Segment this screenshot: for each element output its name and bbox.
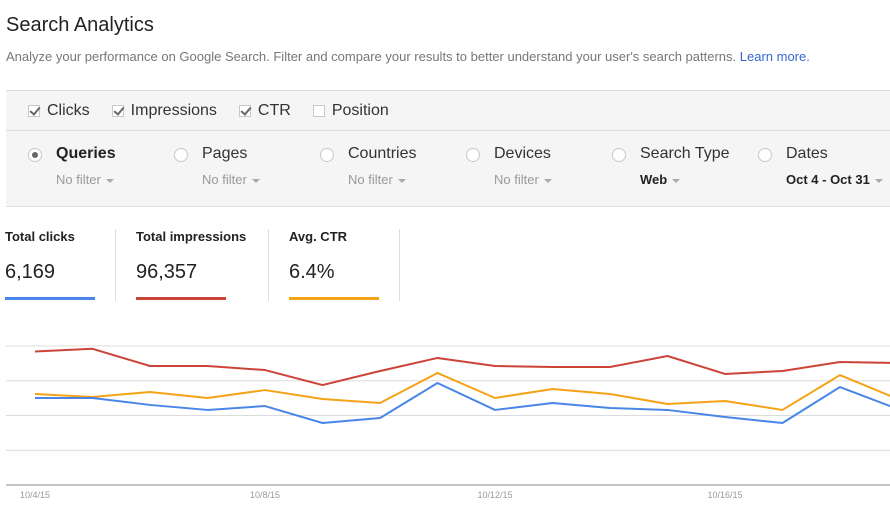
- total-color-bar: [289, 297, 379, 300]
- total-total-clicks[interactable]: Total clicks 6,169: [5, 229, 95, 301]
- metric-position[interactable]: Position: [312, 101, 389, 120]
- divider: [268, 229, 269, 301]
- x-tick-label: 10/4/15: [20, 490, 50, 500]
- caret-down-icon: [874, 178, 883, 183]
- series-line-clicks[interactable]: [35, 381, 890, 425]
- total-value: 96,357: [136, 261, 198, 283]
- dimension-filter-dropdown[interactable]: Oct 4 - Oct 31: [786, 172, 883, 187]
- total-color-bar: [136, 297, 226, 300]
- dimension-label: Queries: [56, 145, 116, 162]
- dimension-label: Pages: [202, 145, 248, 162]
- dimension-filter-dropdown[interactable]: Web: [640, 172, 681, 187]
- checkbox-icon[interactable]: [238, 104, 251, 117]
- series-line-impressions[interactable]: [34, 347, 890, 387]
- radio-icon[interactable]: [174, 148, 188, 162]
- metric-label: Impressions: [130, 101, 217, 119]
- dimension-filter-dropdown[interactable]: No filter: [56, 172, 114, 187]
- radio-icon[interactable]: [28, 148, 42, 162]
- caret-down-icon: [672, 178, 681, 183]
- filter-value: No filter: [202, 172, 247, 187]
- filter-value: No filter: [348, 172, 393, 187]
- dimensions-row: Queries No filter Pages No filter Countries N…: [6, 131, 890, 207]
- metric-clicks[interactable]: Clicks: [28, 102, 90, 120]
- radio-icon[interactable]: [758, 148, 772, 162]
- total-total-impressions[interactable]: Total impressions 96,357: [136, 229, 246, 301]
- dimension-label: Search Type: [640, 145, 730, 162]
- dimension-label: Dates: [786, 145, 828, 162]
- caret-down-icon: [251, 178, 260, 183]
- metric-label: Clicks: [47, 101, 90, 119]
- radio-icon[interactable]: [320, 148, 334, 162]
- x-tick-label: 10/16/15: [707, 490, 742, 500]
- divider: [115, 229, 116, 301]
- x-tick-label: 10/8/15: [250, 490, 280, 500]
- total-color-bar: [5, 297, 95, 300]
- dimension-label: Countries: [348, 145, 417, 162]
- filter-value: No filter: [56, 172, 101, 187]
- total-value: 6,169: [5, 261, 56, 283]
- dimension-filter-dropdown[interactable]: No filter: [202, 172, 260, 187]
- dimension-filter-dropdown[interactable]: No filter: [348, 172, 406, 187]
- learn-more-link[interactable]: Learn more.: [740, 49, 810, 64]
- radio-icon[interactable]: [466, 148, 480, 162]
- metric-label: Position: [331, 101, 389, 119]
- caret-down-icon: [397, 178, 406, 183]
- performance-chart: 10/4/15 10/8/15 10/12/15 10/16/15: [6, 345, 890, 500]
- subtitle-text: Analyze your performance on Google Searc…: [6, 49, 737, 64]
- total-label: Avg. CTR: [289, 229, 348, 244]
- x-tick-label: 10/12/15: [477, 490, 512, 500]
- radio-icon[interactable]: [612, 148, 626, 162]
- filter-value: No filter: [494, 172, 539, 187]
- dimension-filter-dropdown[interactable]: No filter: [494, 172, 552, 187]
- total-label: Total impressions: [136, 229, 247, 244]
- series-line-ctr[interactable]: [34, 371, 890, 411]
- caret-down-icon: [105, 178, 114, 183]
- total-label: Total clicks: [5, 229, 75, 244]
- filter-panel: Clicks Impressions CTR Position Queries No f…: [6, 90, 890, 207]
- checkbox-icon[interactable]: [28, 104, 40, 117]
- checkbox-icon[interactable]: [111, 104, 124, 117]
- filter-value: Web: [640, 172, 668, 187]
- metric-label: CTR: [257, 101, 291, 119]
- dimension-label: Devices: [494, 145, 551, 162]
- page-title: Search Analytics: [6, 14, 154, 36]
- caret-down-icon: [543, 178, 552, 183]
- metrics-row: Clicks Impressions CTR Position: [6, 91, 890, 131]
- page-subtitle: Analyze your performance on Google Searc…: [6, 49, 810, 64]
- filter-value: Oct 4 - Oct 31: [786, 172, 870, 187]
- total-avg-ctr[interactable]: Avg. CTR 6.4%: [289, 229, 379, 301]
- metric-ctr[interactable]: CTR: [238, 101, 291, 120]
- divider: [399, 229, 400, 301]
- metric-impressions[interactable]: Impressions: [111, 101, 217, 120]
- checkbox-icon[interactable]: [312, 104, 325, 117]
- total-value: 6.4%: [289, 261, 335, 283]
